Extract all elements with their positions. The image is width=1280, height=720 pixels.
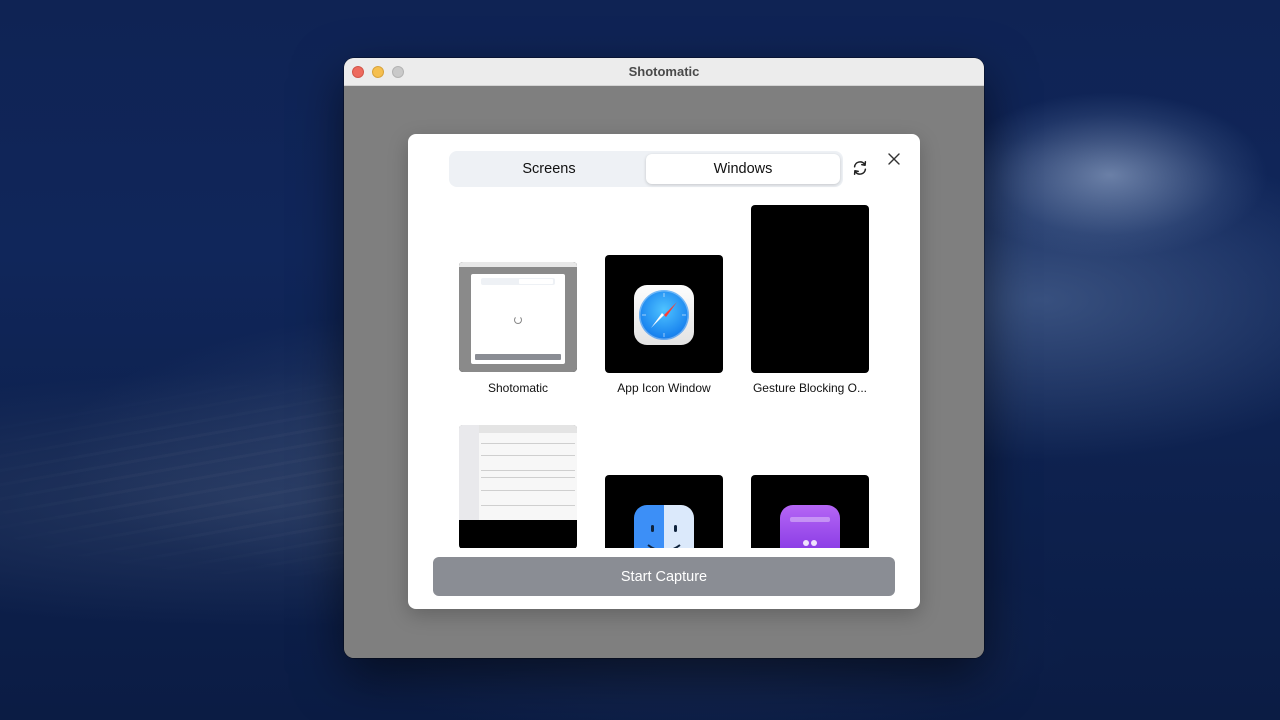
dialog-close-button[interactable] [886, 151, 902, 167]
window-thumbnail-gesture-blocking [751, 205, 869, 373]
window-thumbnail-grid[interactable]: Shotomatic App Icon Window Gesture Block… [408, 194, 920, 548]
window-tile[interactable]: Shotomatic [459, 194, 577, 395]
tab-windows[interactable]: Windows [646, 154, 840, 184]
window-thumbnail-finder-icon [605, 475, 723, 548]
loading-spinner-icon [514, 316, 522, 324]
purple-app-icon [780, 505, 840, 548]
window-tile-label: Shotomatic [487, 381, 549, 395]
safari-app-icon [634, 285, 694, 345]
window-tile[interactable]: App Icon Window [605, 194, 723, 395]
window-body: Screens Windows Shotomatic App Icon Wind… [344, 86, 984, 658]
window-thumbnail-finder [459, 425, 577, 548]
source-type-segmented-control: Screens Windows [449, 151, 843, 187]
window-thumbnail-shotomatic [459, 262, 577, 372]
window-thumbnail-app-icon [605, 255, 723, 373]
window-title: Shotomatic [628, 64, 700, 79]
finder-app-icon [634, 505, 694, 548]
capture-source-dialog: Screens Windows Shotomatic App Icon Wind… [408, 134, 920, 609]
start-capture-button[interactable]: Start Capture [433, 557, 895, 596]
window-tile[interactable] [751, 475, 869, 548]
window-tile-label: Gesture Blocking O... [752, 381, 868, 395]
refresh-icon [853, 161, 867, 175]
window-tile[interactable]: Gesture Blocking O... [751, 194, 869, 395]
window-tile[interactable] [459, 425, 577, 548]
title-bar[interactable]: Shotomatic [344, 58, 984, 86]
window-tile-label: App Icon Window [617, 381, 711, 395]
window-thumbnail-purple-app [751, 475, 869, 548]
window-tile[interactable] [605, 475, 723, 548]
close-icon [888, 153, 900, 165]
tab-screens[interactable]: Screens [452, 154, 646, 184]
app-window: Shotomatic Screens Windows Shotomatic Ap… [344, 58, 984, 658]
refresh-button[interactable] [851, 159, 869, 177]
